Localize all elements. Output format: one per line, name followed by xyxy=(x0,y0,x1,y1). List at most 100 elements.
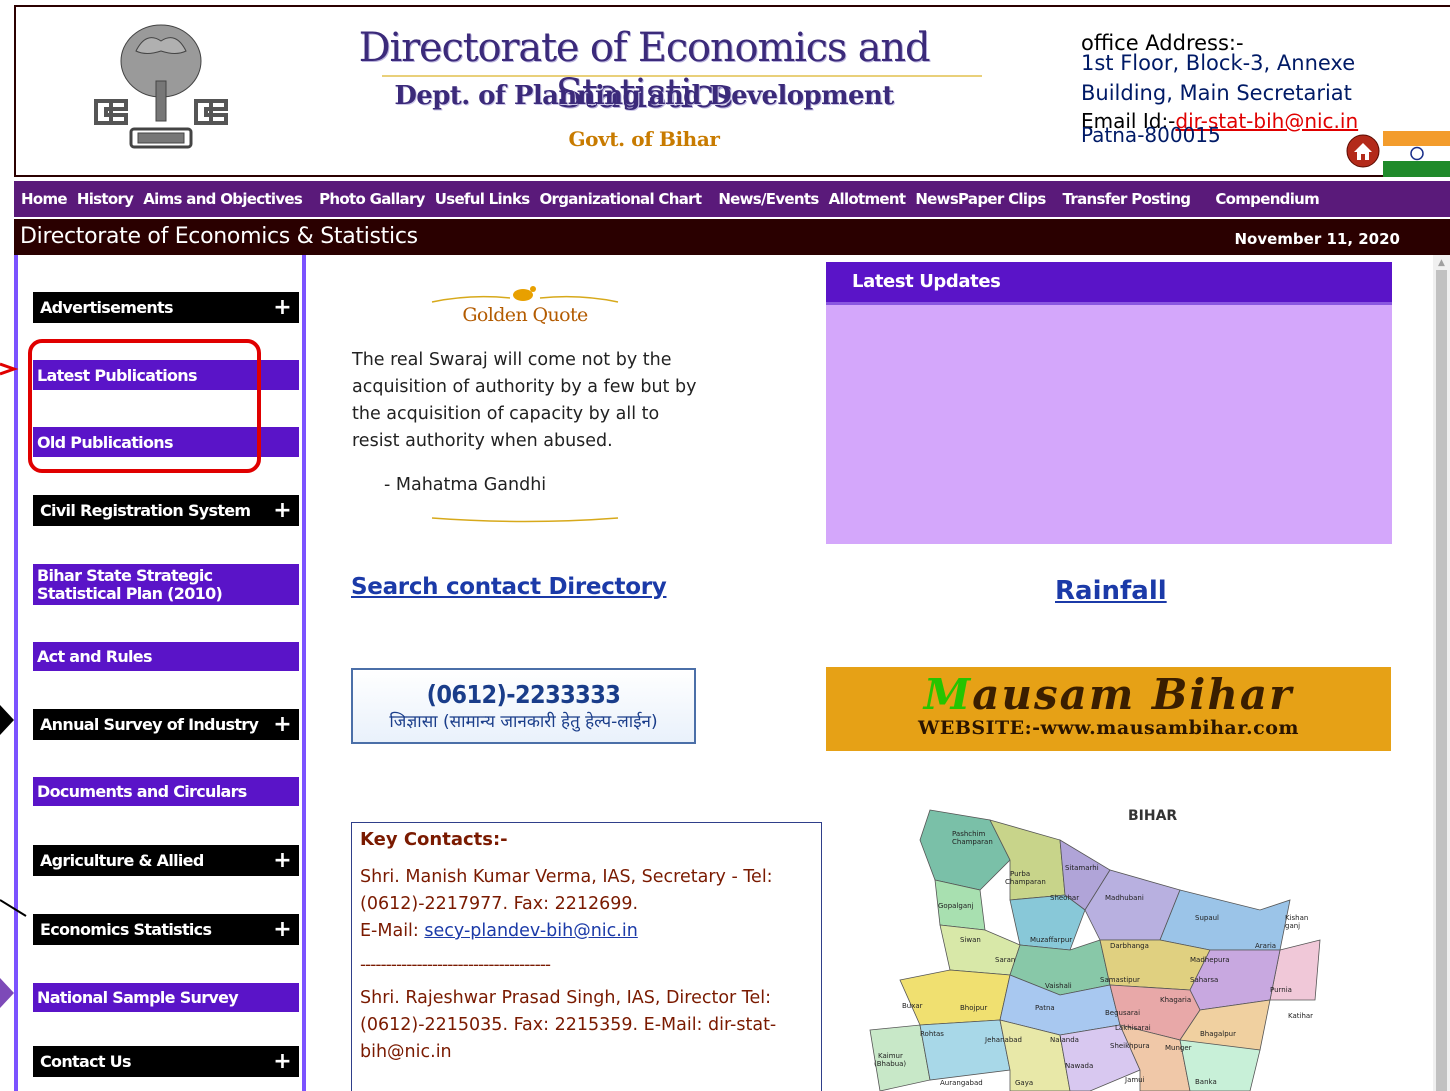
home-icon[interactable] xyxy=(1346,134,1380,168)
office-line-2: Building, Main Secretariat xyxy=(1081,81,1352,105)
sidebar-item-old-publications[interactable]: Old Publications xyxy=(33,427,299,457)
nav-photo-gallery[interactable]: Photo Gallary xyxy=(319,190,425,208)
nav-allotment[interactable]: Allotment xyxy=(829,190,906,208)
scrollbar-thumb[interactable] xyxy=(1436,270,1447,1091)
mausam-website: WEBSITE:-www.mausambihar.com xyxy=(918,717,1299,739)
svg-text:Khagaria: Khagaria xyxy=(1160,996,1191,1004)
svg-text:Jamui: Jamui xyxy=(1124,1076,1145,1084)
bihar-emblem-logo xyxy=(94,24,228,149)
nav-transfer-posting[interactable]: Transfer Posting xyxy=(1063,190,1191,208)
quote-text: The real Swaraj will come not by the acq… xyxy=(352,350,697,451)
sidebar-item-label: Agriculture & Allied xyxy=(40,851,204,870)
svg-text:Bhagalpur: Bhagalpur xyxy=(1200,1030,1236,1038)
helpline-number: (0612)-2233333 xyxy=(426,680,621,709)
contact-secretary-text: Shri. Manish Kumar Verma, IAS, Secretary… xyxy=(360,867,773,914)
scroll-up-arrow-icon[interactable]: ▲ xyxy=(1436,258,1447,268)
red-arrow-icon xyxy=(0,362,19,376)
helpline-banner[interactable]: (0612)-2233333 जिज्ञासा (सामान्य जानकारी… xyxy=(351,668,696,744)
svg-text:Samastipur: Samastipur xyxy=(1100,976,1140,984)
helpline-subtitle: जिज्ञासा (सामान्य जानकारी हेतु हेल्प-लाई… xyxy=(389,712,658,732)
svg-text:(Bhabua): (Bhabua) xyxy=(874,1060,906,1068)
expand-plus-icon[interactable]: + xyxy=(273,713,291,735)
sidebar-item-annual-survey-industry[interactable]: Annual Survey of Industry + xyxy=(33,709,299,740)
latest-updates-panel[interactable] xyxy=(826,302,1392,544)
sidebar-item-national-sample-survey[interactable]: National Sample Survey xyxy=(33,983,299,1012)
svg-text:Champaran: Champaran xyxy=(952,838,993,846)
nav-news-events[interactable]: News/Events xyxy=(718,190,819,208)
expand-plus-icon[interactable]: + xyxy=(273,499,291,521)
sidebar-item-economics-statistics[interactable]: Economics Statistics + xyxy=(33,914,299,945)
expand-plus-icon[interactable]: + xyxy=(273,918,291,940)
search-contact-directory-link[interactable]: Search contact Directory xyxy=(351,574,667,600)
svg-text:Bhojpur: Bhojpur xyxy=(960,1004,987,1012)
purple-arrow-icon xyxy=(0,978,14,1008)
nav-history[interactable]: History xyxy=(77,190,134,208)
sidebar-item-label: Economics Statistics xyxy=(40,920,212,939)
svg-text:Pashchim: Pashchim xyxy=(952,830,986,838)
black-line-arrow-icon xyxy=(0,899,27,917)
expand-plus-icon[interactable]: + xyxy=(273,296,291,318)
svg-text:Sheohar: Sheohar xyxy=(1050,894,1079,902)
mausam-bihar-banner[interactable]: Mausam Bihar WEBSITE:-www.mausambihar.co… xyxy=(826,667,1391,751)
svg-text:Araria: Araria xyxy=(1255,942,1276,950)
rainfall-link[interactable]: Rainfall xyxy=(1055,576,1167,606)
nav-newspaper-clips[interactable]: NewsPaper Clips xyxy=(915,190,1046,208)
svg-text:Saran: Saran xyxy=(995,956,1015,964)
sidebar-item-label: Annual Survey of Industry xyxy=(40,715,259,734)
svg-text:Banka: Banka xyxy=(1195,1078,1217,1086)
svg-text:Buxar: Buxar xyxy=(902,1002,923,1010)
sidebar-item-advertisements[interactable]: Advertisements + xyxy=(33,292,299,323)
svg-text:Siwan: Siwan xyxy=(960,936,981,944)
nav-aims-objectives[interactable]: Aims and Objectives xyxy=(143,190,303,208)
nav-organizational-chart[interactable]: Organizational Chart xyxy=(539,190,702,208)
department-name: Dept. of Planning and Development xyxy=(394,81,894,111)
golden-quote-underline xyxy=(431,517,619,523)
expand-plus-icon[interactable]: + xyxy=(273,849,291,871)
nav-home[interactable]: Home xyxy=(21,190,68,208)
sidebar-item-strategic-plan[interactable]: Bihar State Strategic Statistical Plan (… xyxy=(33,564,299,605)
mausam-title: Mausam Bihar xyxy=(923,670,1294,719)
office-line-1: 1st Floor, Block-3, Annexe xyxy=(1081,51,1356,75)
title-divider xyxy=(382,75,982,77)
nav-useful-links[interactable]: Useful Links xyxy=(435,190,530,208)
site-name: Directorate of Economics & Statistics xyxy=(20,224,418,249)
svg-text:Munger: Munger xyxy=(1165,1044,1192,1052)
svg-text:Gopalganj: Gopalganj xyxy=(938,902,974,910)
svg-text:Purnia: Purnia xyxy=(1270,986,1292,994)
expand-plus-icon[interactable]: + xyxy=(273,1050,291,1072)
svg-text:Rohtas: Rohtas xyxy=(920,1030,944,1038)
svg-text:Madhepura: Madhepura xyxy=(1190,956,1230,964)
svg-text:Muzaffarpur: Muzaffarpur xyxy=(1030,936,1072,944)
secretary-email-link[interactable]: secy-plandev-bih@nic.in xyxy=(424,921,637,941)
india-flag-icon xyxy=(1383,131,1450,177)
office-label: office Address:- xyxy=(1081,31,1244,55)
contact-director: Shri. Rajeshwar Prasad Singh, IAS, Direc… xyxy=(360,988,777,1062)
nav-compendium[interactable]: Compendium xyxy=(1215,190,1319,208)
svg-text:Champaran: Champaran xyxy=(1005,878,1046,886)
svg-text:Darbhanga: Darbhanga xyxy=(1110,942,1149,950)
sidebar-item-label: National Sample Survey xyxy=(37,988,239,1007)
contacts-separator: ------------------------------------- xyxy=(360,955,551,975)
bihar-map[interactable]: BIHAR PashchimChamparan PurbaChamparan S… xyxy=(860,800,1330,1091)
sidebar-item-contact-us[interactable]: Contact Us + xyxy=(33,1046,299,1077)
sidebar-item-label: Latest Publications xyxy=(37,365,197,385)
svg-text:Lakhisarai: Lakhisarai xyxy=(1115,1024,1151,1032)
svg-text:Sitamarhi: Sitamarhi xyxy=(1065,864,1099,872)
sidebar-item-act-rules[interactable]: Act and Rules xyxy=(33,642,299,671)
sidebar-item-label: Documents and Circulars xyxy=(37,782,247,801)
sidebar-item-label: Civil Registration System xyxy=(40,501,251,520)
key-contacts-box: Key Contacts:- Shri. Manish Kumar Verma,… xyxy=(351,822,822,1091)
sidebar-item-documents-circulars[interactable]: Documents and Circulars xyxy=(33,777,299,806)
svg-text:Nalanda: Nalanda xyxy=(1050,1036,1079,1044)
mausam-title-initial: M xyxy=(923,670,973,719)
sidebar-item-label: Advertisements xyxy=(40,298,174,317)
svg-text:Gaya: Gaya xyxy=(1015,1079,1033,1087)
sidebar-item-latest-publications[interactable]: Latest Publications xyxy=(33,360,299,390)
svg-text:Kaimur: Kaimur xyxy=(878,1052,903,1060)
svg-text:Supaul: Supaul xyxy=(1195,914,1219,922)
sidebar-item-civil-registration[interactable]: Civil Registration System + xyxy=(33,495,299,526)
sidebar-item-agriculture-allied[interactable]: Agriculture & Allied + xyxy=(33,845,299,876)
sidebar-item-label: Act and Rules xyxy=(37,647,152,666)
svg-text:Sheikhpura: Sheikhpura xyxy=(1110,1042,1150,1050)
svg-text:Saharsa: Saharsa xyxy=(1190,976,1218,984)
